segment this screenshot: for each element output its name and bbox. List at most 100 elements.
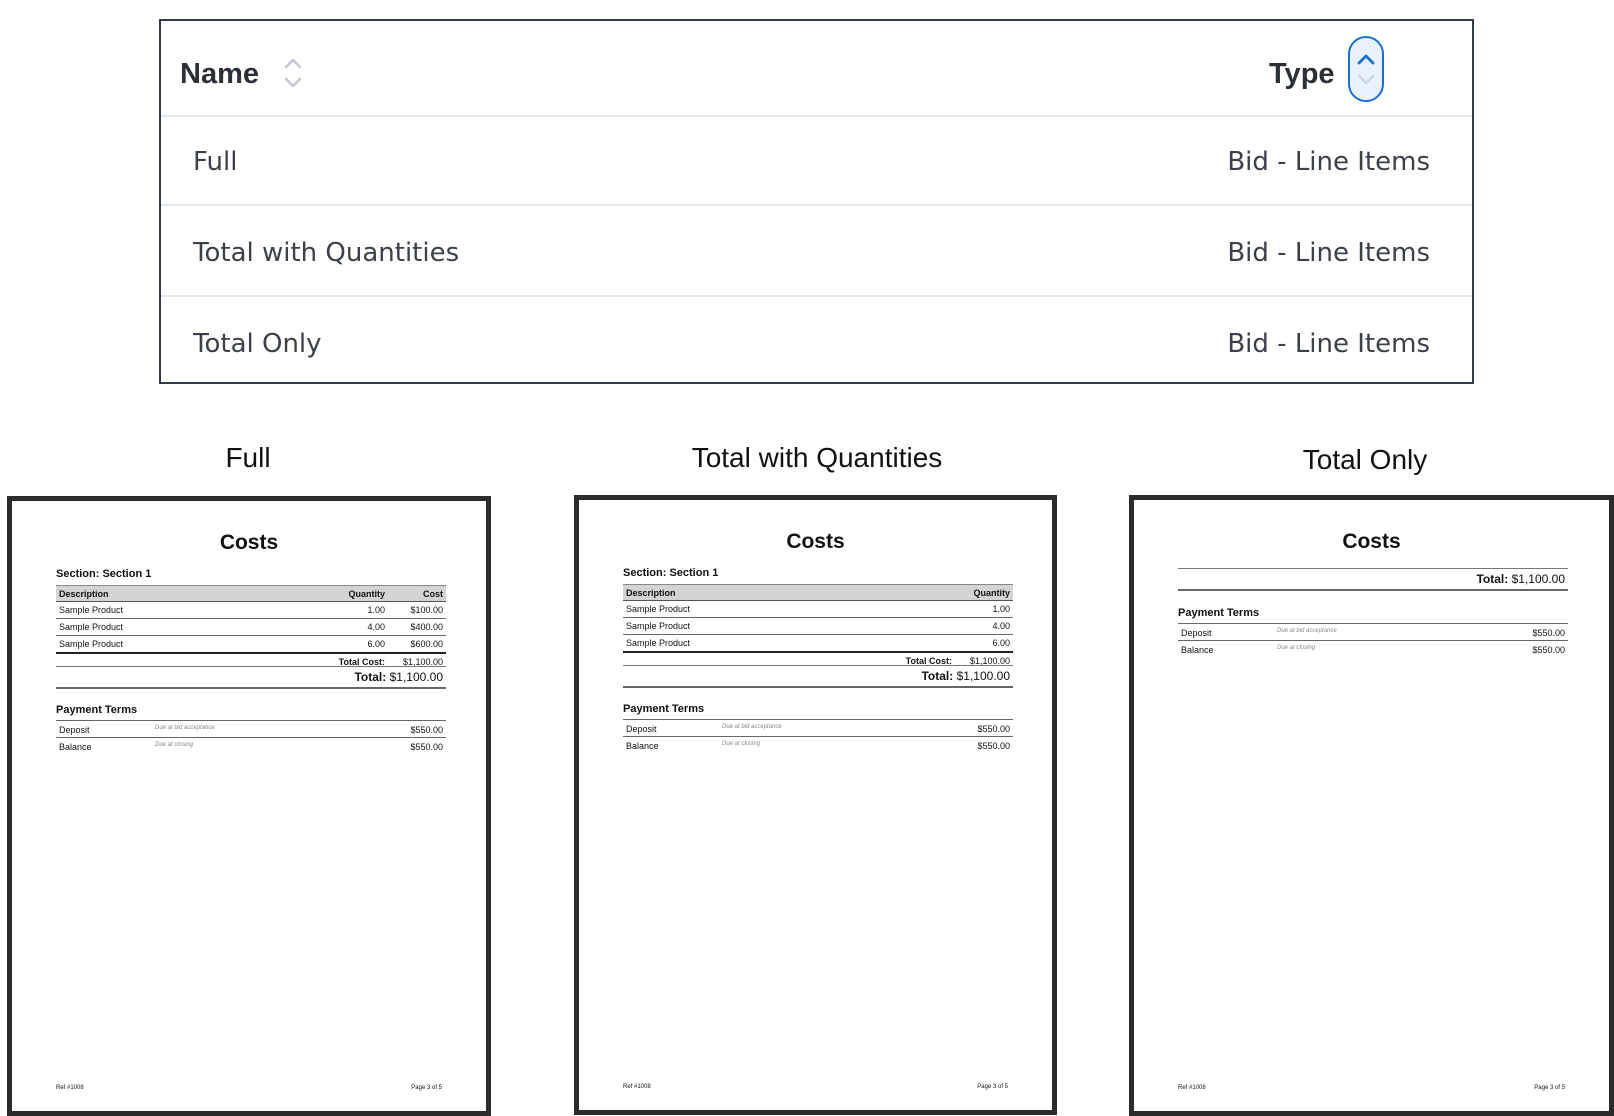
- item-quantity: 4.00: [992, 621, 1010, 631]
- item-description: Sample Product: [626, 638, 691, 648]
- col-quantity: Quantity: [348, 589, 385, 599]
- payment-row: Deposit Due at bid acceptance $550.00: [623, 720, 1013, 737]
- payment-terms-title: Payment Terms: [56, 704, 138, 716]
- line-item-row: Sample Product 4.00: [623, 618, 1013, 635]
- total-value: $1,100.00: [956, 669, 1010, 683]
- payment-desc: Due at closing: [722, 741, 761, 747]
- row-type: Bid - Line Items: [1227, 147, 1430, 177]
- payment-name: Deposit: [59, 725, 90, 735]
- payment-name: Deposit: [626, 724, 657, 734]
- item-description: Sample Product: [59, 622, 124, 632]
- table-row[interactable]: Full Bid - Line Items: [161, 115, 1472, 206]
- table-row[interactable]: Total Only Bid - Line Items: [161, 297, 1472, 386]
- grand-total: Total: $1,100.00: [1178, 568, 1568, 591]
- row-type: Bid - Line Items: [1227, 329, 1430, 359]
- total-value: $1,100.00: [389, 670, 443, 684]
- item-quantity: 6.00: [367, 639, 385, 649]
- payment-row: Deposit Due at bid acceptance $550.00: [56, 721, 446, 738]
- item-description: Sample Product: [626, 604, 691, 614]
- payment-terms-table: Deposit Due at bid acceptance $550.00 Ba…: [56, 720, 446, 754]
- template-table: Name Type Full Bid - Line Items Total wi…: [159, 19, 1474, 384]
- sort-icon[interactable]: [281, 51, 305, 95]
- preview-page-total-with-quantities: Costs Section: Section 1 Description Qua…: [574, 495, 1057, 1115]
- line-item-row: Sample Product 6.00: [623, 635, 1013, 653]
- payment-amount: $550.00: [977, 741, 1010, 751]
- payment-row: Balance Due at closing $550.00: [56, 738, 446, 754]
- payment-desc: Due at bid acceptance: [155, 725, 215, 731]
- column-header-name[interactable]: Name: [180, 58, 259, 91]
- payment-row: Balance Due at closing $550.00: [1178, 641, 1568, 657]
- item-quantity: 6.00: [992, 638, 1010, 648]
- section-label: Section: Section 1: [623, 567, 719, 579]
- col-quantity: Quantity: [973, 588, 1010, 598]
- col-description: Description: [626, 588, 676, 598]
- grand-total: Total: $1,100.00: [623, 665, 1013, 688]
- item-cost: $100.00: [410, 605, 443, 615]
- payment-terms-table: Deposit Due at bid acceptance $550.00 Ba…: [623, 719, 1013, 753]
- preview-caption-total-with-quantities: Total with Quantities: [691, 442, 943, 473]
- item-quantity: 1.00: [367, 605, 385, 615]
- section-label: Section: Section 1: [56, 568, 152, 580]
- item-description: Sample Product: [626, 621, 691, 631]
- payment-amount: $550.00: [1532, 645, 1565, 655]
- line-item-row: Sample Product 6.00 $600.00: [56, 636, 446, 654]
- doc-page-number: Page 3 of 5: [977, 1084, 1008, 1090]
- item-description: Sample Product: [59, 605, 124, 615]
- grand-total: Total: $1,100.00: [56, 666, 446, 689]
- payment-name: Balance: [1181, 645, 1214, 655]
- sort-ascending-icon[interactable]: [1348, 36, 1384, 102]
- item-cost: $400.00: [410, 622, 443, 632]
- total-label: Total:: [1476, 572, 1509, 586]
- doc-page-number: Page 3 of 5: [1534, 1085, 1565, 1091]
- payment-amount: $550.00: [410, 725, 443, 735]
- total-label: Total:: [921, 669, 954, 683]
- column-header-type[interactable]: Type: [1269, 58, 1335, 91]
- doc-ref: Ref #1008: [1178, 1085, 1206, 1091]
- line-items-header: Description Quantity: [623, 584, 1013, 601]
- row-name: Total Only: [193, 329, 322, 359]
- line-items-table: Description Quantity Cost Sample Product…: [56, 585, 446, 670]
- payment-desc: Due at closing: [155, 742, 194, 748]
- preview-page-full: Costs Section: Section 1 Description Qua…: [7, 496, 491, 1116]
- total-value: $1,100.00: [1511, 572, 1565, 586]
- payment-amount: $550.00: [977, 724, 1010, 734]
- payment-name: Balance: [626, 741, 659, 751]
- payment-terms-title: Payment Terms: [623, 703, 705, 715]
- line-item-row: Sample Product 1.00: [623, 601, 1013, 618]
- payment-desc: Due at closing: [1277, 645, 1316, 651]
- item-description: Sample Product: [59, 639, 124, 649]
- payment-name: Balance: [59, 742, 92, 752]
- payment-amount: $550.00: [1532, 628, 1565, 638]
- payment-amount: $550.00: [410, 742, 443, 752]
- preview-caption-full: Full: [225, 442, 271, 473]
- row-type: Bid - Line Items: [1227, 238, 1430, 268]
- total-label: Total:: [354, 670, 387, 684]
- doc-title: Costs: [1342, 530, 1401, 553]
- item-cost: $600.00: [410, 639, 443, 649]
- doc-ref: Ref #1008: [623, 1084, 651, 1090]
- line-items-table: Description Quantity Sample Product 1.00…: [623, 584, 1013, 669]
- row-name: Full: [193, 147, 238, 177]
- doc-title: Costs: [219, 531, 279, 554]
- line-items-header: Description Quantity Cost: [56, 585, 446, 602]
- payment-desc: Due at bid acceptance: [1277, 628, 1337, 634]
- line-item-row: Sample Product 1.00 $100.00: [56, 602, 446, 619]
- item-quantity: 4.00: [367, 622, 385, 632]
- row-name: Total with Quantities: [193, 238, 460, 268]
- line-item-row: Sample Product 4.00 $400.00: [56, 619, 446, 636]
- table-row[interactable]: Total with Quantities Bid - Line Items: [161, 206, 1472, 297]
- col-cost: Cost: [423, 589, 443, 599]
- preview-caption-total-only: Total Only: [1302, 444, 1428, 475]
- payment-name: Deposit: [1181, 628, 1212, 638]
- payment-row: Balance Due at closing $550.00: [623, 737, 1013, 753]
- payment-row: Deposit Due at bid acceptance $550.00: [1178, 624, 1568, 641]
- payment-terms-title: Payment Terms: [1178, 607, 1260, 619]
- payment-terms-table: Deposit Due at bid acceptance $550.00 Ba…: [1178, 623, 1568, 657]
- payment-desc: Due at bid acceptance: [722, 724, 782, 730]
- item-quantity: 1.00: [992, 604, 1010, 614]
- doc-page-number: Page 3 of 5: [411, 1085, 442, 1091]
- doc-title: Costs: [786, 530, 845, 553]
- doc-ref: Ref #1008: [56, 1085, 84, 1091]
- preview-page-total-only: Costs Total: $1,100.00 Payment Terms Dep…: [1129, 495, 1614, 1116]
- col-description: Description: [59, 589, 109, 599]
